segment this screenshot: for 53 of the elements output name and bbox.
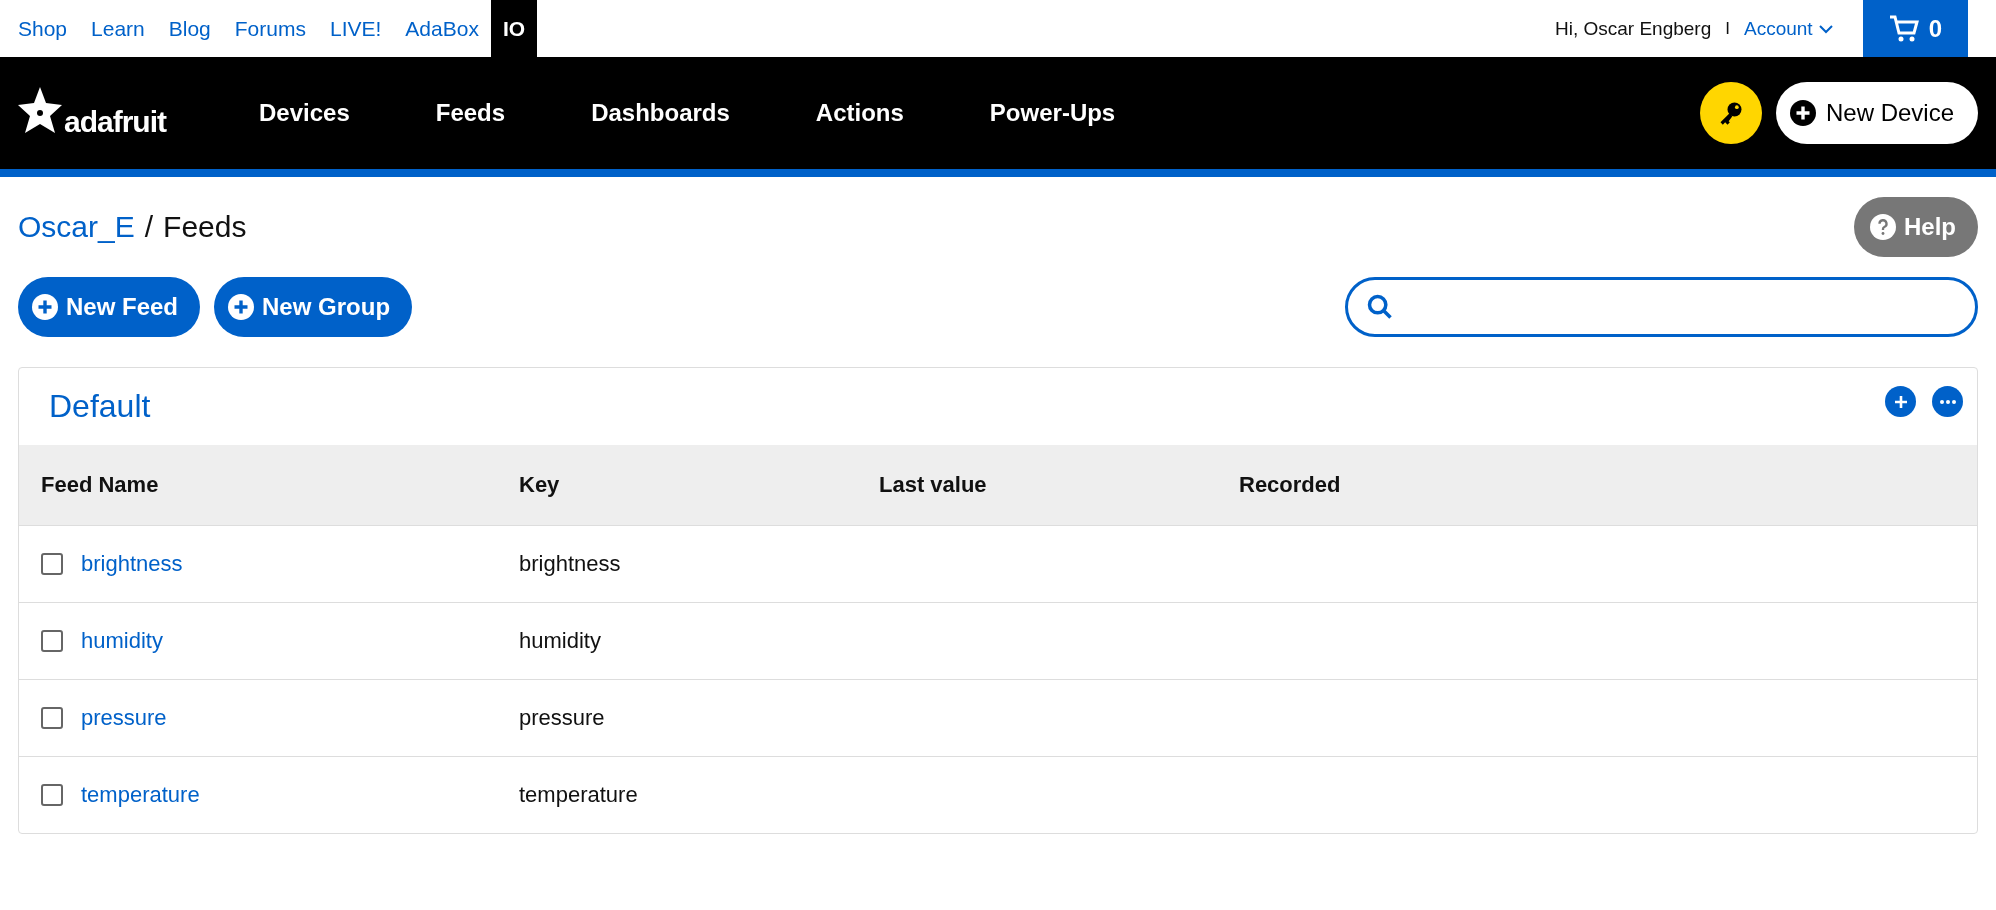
nav-link[interactable]: Feeds	[392, 99, 549, 127]
top-nav-link[interactable]: Blog	[156, 0, 223, 57]
cart-icon	[1888, 14, 1919, 43]
top-nav-link[interactable]: IO	[490, 0, 538, 57]
row-checkbox[interactable]	[41, 630, 63, 652]
feed-name-link[interactable]: temperature	[81, 782, 200, 808]
new-item-button[interactable]: New Feed	[18, 277, 201, 337]
feed-key: pressure	[519, 705, 605, 731]
breadcrumb-link[interactable]: Oscar_E	[18, 210, 135, 244]
add-button[interactable]	[1885, 386, 1916, 417]
feed-name-link[interactable]: pressure	[81, 705, 167, 731]
breadcrumb-separator: /	[144, 210, 154, 244]
top-nav-link[interactable]: LIVE!	[318, 0, 394, 57]
cart-button[interactable]: 0	[1862, 0, 1968, 57]
more-button[interactable]	[1932, 386, 1963, 417]
new-device-button[interactable]: New Device	[1775, 82, 1978, 144]
feed-name-link[interactable]: brightness	[81, 551, 183, 577]
top-nav-link[interactable]: Learn	[79, 0, 157, 57]
search-field[interactable]	[1345, 277, 1978, 337]
help-icon	[1870, 214, 1896, 240]
plus-icon	[1892, 393, 1909, 410]
group-title: Default	[49, 388, 151, 425]
help-button[interactable]: Help	[1854, 197, 1978, 257]
logo[interactable]: adafruit	[18, 87, 166, 139]
feed-key: brightness	[519, 551, 621, 577]
feed-key: temperature	[519, 782, 638, 808]
feed-key: humidity	[519, 628, 601, 654]
page-title: Feeds	[163, 210, 247, 244]
search-icon	[1366, 293, 1394, 321]
row-checkbox[interactable]	[41, 707, 63, 729]
column-header: Feed Name	[19, 445, 519, 525]
nav-link[interactable]: Devices	[216, 99, 393, 127]
separator-text: I	[1725, 17, 1730, 40]
new-item-button[interactable]: New Group	[214, 277, 413, 337]
plus-icon	[32, 294, 58, 320]
plus-icon	[1789, 100, 1816, 126]
nav-link[interactable]: Actions	[772, 99, 947, 127]
plus-icon	[228, 294, 255, 320]
feed-name-link[interactable]: humidity	[81, 628, 163, 654]
top-nav-link[interactable]: Forums	[222, 0, 318, 57]
ellipsis-icon	[1938, 398, 1957, 405]
account-link[interactable]: Account	[1744, 0, 1833, 57]
top-nav-link[interactable]: Shop	[6, 0, 80, 57]
column-header: Last value	[879, 445, 1239, 525]
user-greeting: Hi, Oscar Engberg	[1554, 16, 1712, 41]
nav-link[interactable]: Dashboards	[548, 99, 773, 127]
row-checkbox[interactable]	[41, 784, 63, 806]
row-checkbox[interactable]	[41, 553, 63, 575]
column-header: Key	[519, 445, 879, 525]
chevron-down-icon	[1818, 23, 1833, 34]
column-header: Recorded	[1239, 445, 1977, 525]
top-nav-link[interactable]: AdaBox	[393, 0, 491, 57]
nav-link[interactable]: Power-Ups	[946, 99, 1159, 127]
